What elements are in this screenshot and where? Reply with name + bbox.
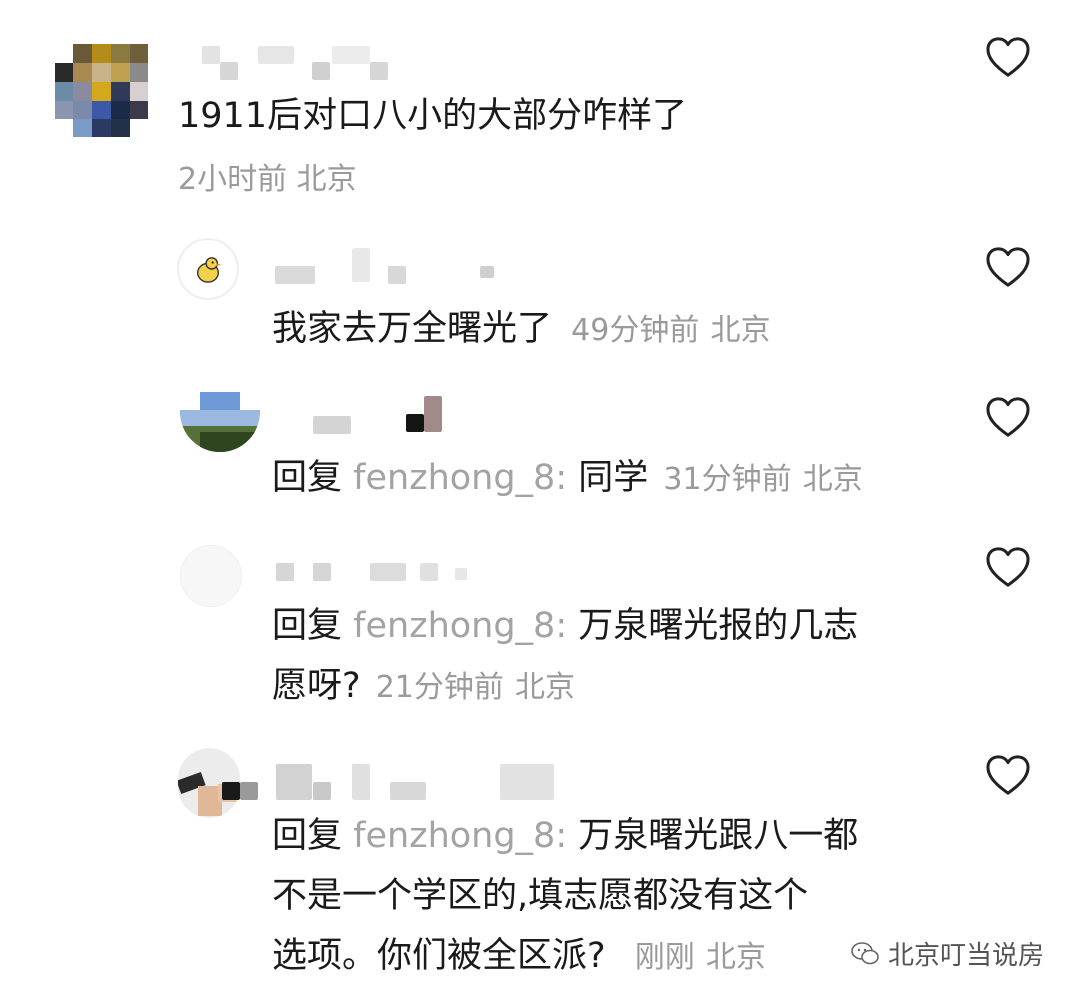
heart-outline-icon <box>986 37 1030 77</box>
reply-text-line: 我家去万全曙光了 49分钟前 北京 <box>272 309 770 351</box>
heart-outline-icon <box>986 397 1030 437</box>
reply-to-user[interactable]: fenzhong_8: <box>353 606 567 646</box>
comment-meta: 2小时前 北京 <box>178 160 357 200</box>
reply-text: 选项。你们被全区派? <box>272 936 606 976</box>
comment-location: 北京 <box>296 162 357 197</box>
reply-text: 不是一个学区的,填志愿都没有这个 <box>272 876 809 916</box>
reply-time: 31分钟前 <box>663 462 792 497</box>
reply-text-line: 回复 fenzhong_8: 万泉曙光报的几志 <box>272 606 858 646</box>
avatar[interactable] <box>180 545 242 607</box>
reply-label: 回复 <box>272 816 343 856</box>
like-button[interactable] <box>985 546 1031 588</box>
heart-outline-icon <box>986 755 1030 795</box>
watermark-text: 北京叮当说房 <box>887 941 1044 971</box>
reply-to-user[interactable]: fenzhong_8: <box>353 458 567 498</box>
reply-label: 回复 <box>272 606 343 646</box>
heart-outline-icon <box>986 247 1030 287</box>
reply-location: 北京 <box>515 670 576 705</box>
avatar[interactable] <box>180 392 260 452</box>
reply-time: 刚刚 <box>634 940 695 975</box>
reply-time: 21分钟前 <box>375 670 504 705</box>
reply-location: 北京 <box>802 462 863 497</box>
like-button[interactable] <box>985 36 1031 78</box>
avatar[interactable] <box>177 238 239 300</box>
reply-text-line: 选项。你们被全区派? 刚刚 北京 <box>272 936 766 978</box>
reply-text-line: 愿呀? 21分钟前 北京 <box>272 666 575 708</box>
comment-text: 1911后对口八小的大部分咋样了 <box>178 96 688 136</box>
heart-outline-icon <box>986 547 1030 587</box>
reply-location: 北京 <box>705 940 766 975</box>
reply-text-line: 回复 fenzhong_8: 同学 31分钟前 北京 <box>272 458 863 500</box>
duck-avatar-icon <box>197 257 222 283</box>
watermark: 北京叮当说房 <box>850 935 1044 972</box>
reply-text: 愿呀? <box>272 666 361 706</box>
reply-time: 49分钟前 <box>571 313 700 348</box>
comment-time: 2小时前 <box>178 162 288 197</box>
reply-to-user[interactable]: fenzhong_8: <box>353 816 567 856</box>
like-button[interactable] <box>985 754 1031 796</box>
like-button[interactable] <box>985 246 1031 288</box>
reply-text: 万泉曙光报的几志 <box>578 606 859 646</box>
reply-text-line: 回复 fenzhong_8: 万泉曙光跟八一都 <box>272 816 858 856</box>
avatar[interactable] <box>55 44 148 137</box>
reply-text: 同学 <box>578 458 649 498</box>
reply-text-line: 不是一个学区的,填志愿都没有这个 <box>272 876 808 916</box>
reply-location: 北京 <box>710 313 771 348</box>
wechat-icon <box>851 941 879 964</box>
reply-label: 回复 <box>272 458 343 498</box>
like-button[interactable] <box>985 396 1031 438</box>
reply-text: 我家去万全曙光了 <box>272 309 553 349</box>
reply-text: 万泉曙光跟八一都 <box>578 816 859 856</box>
